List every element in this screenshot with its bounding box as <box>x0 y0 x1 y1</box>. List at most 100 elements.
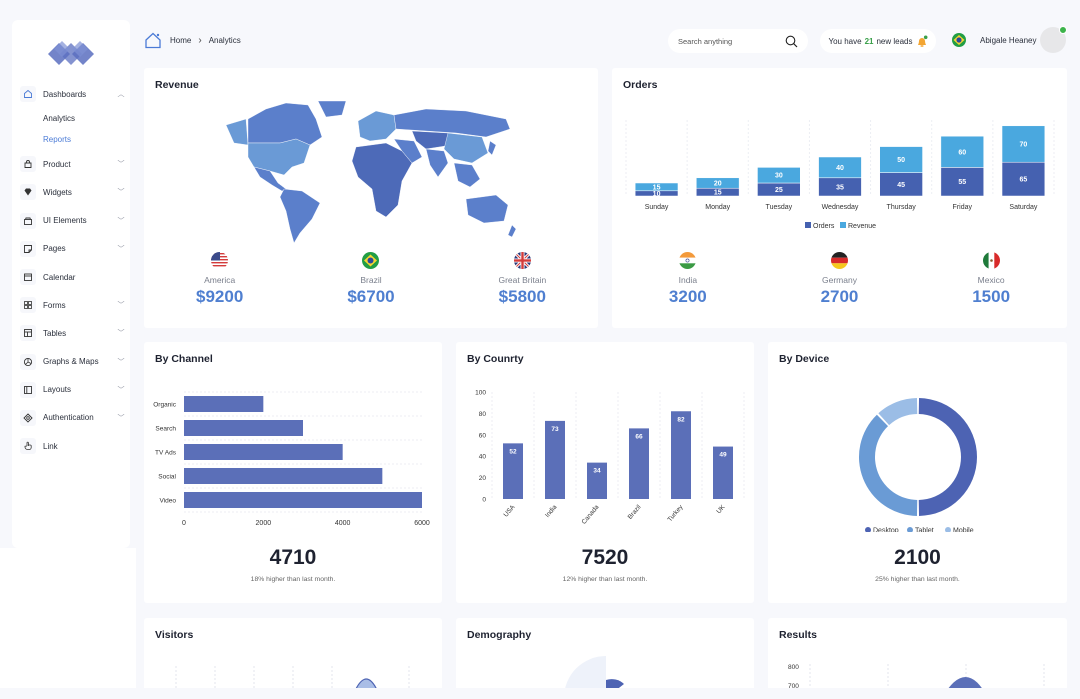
map-region-india <box>425 148 449 178</box>
stat-brazil: Brazil $6700 <box>311 252 431 307</box>
map-region-canada <box>247 102 323 146</box>
sidebar-item-graphs-maps[interactable]: Graphs & Maps ﹀ <box>18 348 130 376</box>
stat-great-britain: Great Britain $5800 <box>462 252 582 307</box>
logo-icon[interactable] <box>48 38 94 66</box>
revenue-stats: America $9200 Brazil $6700 Great Britain… <box>144 252 598 307</box>
legend-swatch <box>945 527 951 532</box>
legend-swatch <box>840 222 846 228</box>
visitors-card: Visitors <box>144 618 442 698</box>
data-label: 55 <box>958 179 966 186</box>
flag-uk-icon <box>513 252 531 269</box>
y-tick-label: Social <box>158 474 176 481</box>
card-title: By Device <box>779 353 830 365</box>
map-region-new-zealand <box>507 224 516 238</box>
flag-germany-icon <box>830 252 848 269</box>
sidebar-item-forms[interactable]: Forms ﹀ <box>18 291 130 319</box>
x-tick-label: 2000 <box>256 520 272 527</box>
x-tick-label: Wednesday <box>822 204 859 211</box>
flag-brazil-icon <box>362 252 380 269</box>
y-tick-label: 20 <box>479 475 487 482</box>
sidebar-item-authentication[interactable]: Authentication ﹀ <box>18 404 130 432</box>
flag-usa-icon <box>211 252 229 269</box>
legend-swatch <box>907 527 913 532</box>
shopping-bag-icon <box>20 156 36 173</box>
data-label: 66 <box>635 433 643 440</box>
card-title: Revenue <box>155 79 199 91</box>
search-icon[interactable] <box>785 35 798 48</box>
data-label: 50 <box>897 157 905 164</box>
page-icon <box>20 240 36 257</box>
data-label: 45 <box>897 182 905 189</box>
chevron-down-icon: ﹀ <box>117 386 125 394</box>
y-tick-label: 60 <box>479 432 487 439</box>
device-total: 2100 <box>894 546 941 569</box>
stat-germany: Germany 2700 <box>779 252 899 307</box>
donut-slice-desktop <box>918 398 977 516</box>
language-flag-brazil-icon[interactable] <box>952 33 966 47</box>
data-label: 15 <box>714 190 722 197</box>
breadcrumb-home[interactable]: Home <box>170 36 191 45</box>
device-note: 25% higher than last month. <box>875 576 960 583</box>
sidebar-item-calendar[interactable]: Calendar <box>18 263 130 291</box>
flag-india-icon <box>679 252 697 269</box>
user-name[interactable]: Abigale Heaney <box>980 36 1036 45</box>
sidebar-item-dashboards[interactable]: Dashboards ︿ <box>18 80 130 108</box>
world-map[interactable] <box>226 101 516 245</box>
x-tick-label: USA <box>503 503 517 518</box>
demography-card: Demography <box>456 618 754 698</box>
sidebar-item-widgets[interactable]: Widgets ﹀ <box>18 178 130 206</box>
legend-label: Desktop <box>873 528 899 533</box>
legend-swatch <box>805 222 811 228</box>
sidebar-item-pages[interactable]: Pages ﹀ <box>18 235 130 263</box>
by-device-chart: Desktop Tablet Mobile <box>859 398 977 533</box>
sidebar-item-tables[interactable]: Tables ﹀ <box>18 319 130 347</box>
bar <box>184 492 422 508</box>
x-tick-label: Canada <box>581 504 601 526</box>
sidebar-item-ui-elements[interactable]: UI Elements ﹀ <box>18 207 130 235</box>
data-label: 52 <box>509 448 517 455</box>
x-tick-label: Friday <box>953 204 973 211</box>
sidebar-subitem-reports[interactable]: Reports <box>18 129 130 150</box>
card-title: Results <box>779 629 817 641</box>
search-box <box>668 29 808 53</box>
data-label: 20 <box>714 181 722 188</box>
bell-icon <box>917 35 927 47</box>
legend-swatch <box>865 527 871 532</box>
breadcrumb: Home › Analytics <box>144 32 241 49</box>
map-region-europe <box>357 110 397 142</box>
by-device-card: By Device Desktop Tablet Mobile 2100 25% h… <box>768 342 1067 603</box>
x-tick-label: India <box>544 504 559 520</box>
sidebar-item-link[interactable]: Link <box>18 432 130 460</box>
chevron-down-icon: ﹀ <box>117 358 125 366</box>
data-label: 73 <box>551 426 559 433</box>
chevron-down-icon: ﹀ <box>117 414 125 422</box>
map-region-south-america <box>279 188 321 244</box>
donut-slice-tablet <box>859 414 918 516</box>
y-tick-label: Video <box>159 498 176 505</box>
channel-total: 4710 <box>269 546 317 569</box>
authentication-icon <box>20 409 36 426</box>
country-total: 7520 <box>581 546 629 569</box>
card-title: Demography <box>467 629 532 641</box>
sidebar-subitem-analytics[interactable]: Analytics <box>18 108 130 129</box>
bar <box>184 444 343 460</box>
sidebar-nav: Dashboards ︿ Analytics Reports Product ﹀… <box>18 80 130 460</box>
bar <box>184 396 264 412</box>
x-tick-label: Sunday <box>645 204 669 211</box>
chevron-down-icon: ﹀ <box>117 161 125 169</box>
data-label: 35 <box>836 184 844 191</box>
results-card: Results 800 700 <box>768 618 1067 698</box>
bar <box>184 468 383 484</box>
data-label: 40 <box>836 165 844 172</box>
pie-chart-icon <box>20 353 36 370</box>
sidebar-item-product[interactable]: Product ﹀ <box>18 150 130 178</box>
card-title: By Channel <box>155 353 213 365</box>
map-region-southeast-asia <box>453 162 481 188</box>
map-region-africa <box>351 142 413 218</box>
legend-label: Orders <box>813 223 835 230</box>
sidebar-item-layouts[interactable]: Layouts ﹀ <box>18 376 130 404</box>
leads-notification[interactable]: You have 21 new leads <box>820 29 936 53</box>
home-icon[interactable] <box>144 32 162 49</box>
y-tick-label: TV Ads <box>155 450 177 457</box>
search-input[interactable] <box>678 36 785 46</box>
